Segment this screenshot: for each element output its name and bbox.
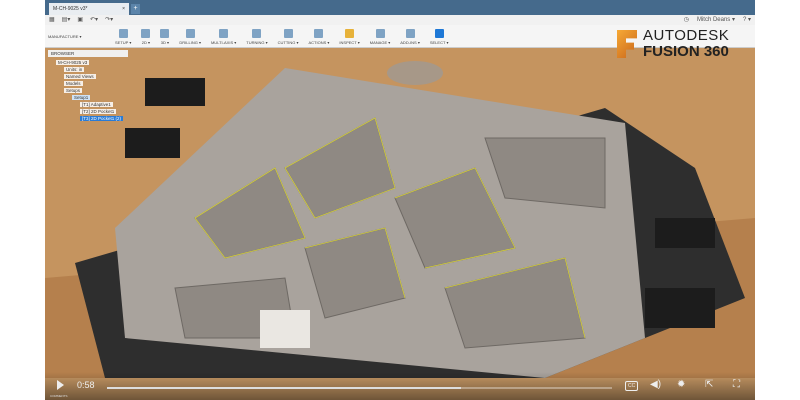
browser-header: BROWSER xyxy=(48,50,128,57)
tree-item[interactable]: Models xyxy=(48,80,128,87)
undo-icon[interactable]: ↶▾ xyxy=(90,16,98,24)
ribbon-cutting[interactable]: CUTTING ▾ xyxy=(278,29,299,45)
video-frame[interactable]: M-CH-9025 v3* × + ▦ ▤▾ ▣ ↶▾ ↷▾ ◷ Mitch De… xyxy=(45,0,755,400)
cutting-tool xyxy=(387,61,443,85)
tree-item[interactable]: Units: in xyxy=(48,66,128,73)
tree-item-setup[interactable]: Setup1 xyxy=(48,94,128,101)
ribbon-3d[interactable]: 3D ▾ xyxy=(160,29,170,45)
fullscreen-icon[interactable]: ⛶ xyxy=(733,379,740,390)
play-icon[interactable] xyxy=(57,380,64,390)
file-icon[interactable]: ▤▾ xyxy=(62,16,71,24)
quick-access-toolbar: ▦ ▤▾ ▣ ↶▾ ↷▾ ◷ Mitch Deans ▾ ? ▾ xyxy=(45,15,755,25)
redo-icon[interactable]: ↷▾ xyxy=(105,16,113,24)
ribbon-actions[interactable]: ACTIONS ▾ xyxy=(309,29,329,45)
tree-item[interactable]: M-CH-9025 v3 xyxy=(48,59,128,66)
user-menu[interactable]: Mitch Deans ▾ xyxy=(697,16,735,24)
ribbon-inspect[interactable]: INSPECT ▾ xyxy=(339,29,360,45)
drilling-icon xyxy=(185,29,195,38)
share-icon[interactable]: ⇱ xyxy=(705,379,713,390)
volume-icon[interactable]: ◀) xyxy=(650,379,661,390)
video-controls: 0:58 COMMENTS CC ◀) ✹ ⇱ ⛶ xyxy=(45,372,755,400)
fusion-360-logo: AUTODESK FUSION 360 xyxy=(617,28,729,60)
fusion-f-icon xyxy=(617,30,637,58)
document-tab-label: M-CH-9025 v3* xyxy=(53,6,88,12)
turning-icon xyxy=(252,29,262,38)
comments-label[interactable]: COMMENTS xyxy=(50,394,68,398)
ribbon-add-ins[interactable]: ADD-INS ▾ xyxy=(400,29,420,45)
2d-icon xyxy=(141,29,151,38)
tree-item[interactable]: Setups xyxy=(48,87,128,94)
seek-progress xyxy=(107,387,461,389)
manage-icon xyxy=(375,29,385,38)
3d-viewport[interactable] xyxy=(45,48,755,378)
title-bar: M-CH-9025 v3* × + xyxy=(45,0,755,15)
fixture-block xyxy=(260,310,310,348)
3d-icon xyxy=(160,29,170,38)
help-menu[interactable]: ? ▾ xyxy=(743,16,751,24)
grid-icon[interactable]: ▦ xyxy=(49,16,55,24)
workspace-switcher[interactable]: MANUFACTURE ▾ xyxy=(48,34,82,39)
cc-button[interactable]: CC xyxy=(625,381,639,391)
ribbon-2d[interactable]: 2D ▾ xyxy=(141,29,151,45)
tree-item-operation[interactable]: [T2] 2D Pocket1 xyxy=(48,108,128,115)
settings-icon[interactable]: ✹ xyxy=(677,379,685,390)
clock-icon[interactable]: ◷ xyxy=(684,16,689,24)
ribbon-setup[interactable]: SETUP ▾ xyxy=(115,29,131,45)
add-ins-icon xyxy=(405,29,415,38)
tree-item-operation-selected[interactable]: [T3] 2D Pocket1 (2) xyxy=(48,115,128,122)
tree-item-operation[interactable]: [T1] Adaptive1 xyxy=(48,101,128,108)
select-icon xyxy=(434,29,444,38)
ribbon-multi-axis[interactable]: MULTI-AXIS ▾ xyxy=(211,29,236,45)
time-display: 0:58 xyxy=(77,380,95,390)
browser-panel: BROWSER M-CH-9025 v3 Units: in Named Vie… xyxy=(48,50,128,122)
save-icon[interactable]: ▣ xyxy=(77,16,83,24)
document-tab[interactable]: M-CH-9025 v3* × xyxy=(49,3,129,15)
tree-item[interactable]: Named Views xyxy=(48,73,128,80)
cutting-icon xyxy=(283,29,293,38)
ribbon-drilling[interactable]: DRILLING ▾ xyxy=(179,29,201,45)
setup-icon xyxy=(118,29,128,38)
close-icon[interactable]: × xyxy=(122,6,125,12)
multi-axis-icon xyxy=(219,29,229,38)
ribbon-turning[interactable]: TURNING ▾ xyxy=(246,29,268,45)
seek-bar[interactable] xyxy=(107,387,612,389)
ribbon-manage[interactable]: MANAGE ▾ xyxy=(370,29,390,45)
new-tab-button[interactable]: + xyxy=(131,4,140,14)
ribbon-select[interactable]: SELECT ▾ xyxy=(430,29,448,45)
inspect-icon xyxy=(345,29,355,38)
actions-icon xyxy=(314,29,324,38)
